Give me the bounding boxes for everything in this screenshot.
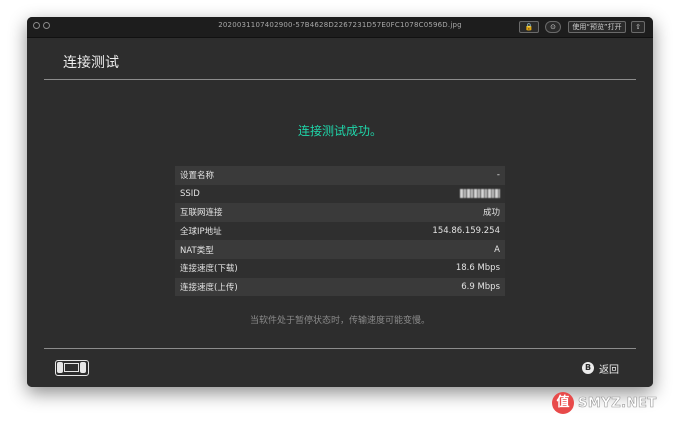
window-title: 2020031107402900-57B4628D2267231D57E0FC1… bbox=[218, 21, 462, 29]
right-joycon-icon bbox=[80, 362, 86, 373]
header-divider bbox=[44, 79, 636, 80]
title-bar: 2020031107402900-57B4628D2267231D57E0FC1… bbox=[27, 17, 653, 38]
row-value: 18.6 Mbps bbox=[455, 263, 500, 274]
row-label: 连接速度(下载) bbox=[180, 264, 238, 275]
fullscreen-icon[interactable] bbox=[43, 22, 50, 29]
table-row: 互联网连接 成功 bbox=[175, 203, 505, 222]
connection-details-table: 设置名称 - SSID 互联网连接 成功 全球IP地址 154.86.159.2… bbox=[175, 166, 505, 297]
row-label: NAT类型 bbox=[180, 245, 214, 256]
row-label: 设置名称 bbox=[180, 171, 215, 182]
footer-divider bbox=[44, 348, 636, 349]
ssid-redacted-value bbox=[460, 189, 500, 199]
page-title: 连接测试 bbox=[63, 55, 119, 71]
connection-test-screen: 连接测试 连接测试成功。 设置名称 - SSID 互联网连接 成功 全球IP地址… bbox=[27, 38, 653, 387]
table-row: 连接速度(上传) 6.9 Mbps bbox=[175, 277, 505, 297]
row-label: 互联网连接 bbox=[180, 208, 223, 219]
row-label: 全球IP地址 bbox=[180, 227, 222, 238]
console-screen-icon bbox=[64, 363, 79, 372]
table-row: 设置名称 - bbox=[175, 166, 505, 185]
table-row: 连接速度(下载) 18.6 Mbps bbox=[175, 258, 505, 278]
test-result-message: 连接测试成功。 bbox=[297, 124, 382, 138]
row-value: 成功 bbox=[482, 208, 500, 219]
row-value: A bbox=[494, 244, 500, 255]
switch-console-icon bbox=[55, 360, 89, 376]
watermark-logo-icon: 值 bbox=[552, 392, 574, 414]
lock-button[interactable]: 🔒 bbox=[519, 21, 539, 33]
table-row: SSID bbox=[175, 184, 505, 204]
row-label: SSID bbox=[180, 188, 200, 199]
back-button[interactable]: B 返回 bbox=[582, 361, 619, 376]
site-watermark: 值 SMYZ.NET bbox=[552, 392, 657, 414]
image-viewer-window: 2020031107402900-57B4628D2267231D57E0FC1… bbox=[27, 17, 653, 387]
left-joycon-icon bbox=[57, 362, 63, 373]
close-icon[interactable] bbox=[33, 22, 40, 29]
share-button[interactable]: ⇧ bbox=[631, 21, 645, 33]
b-button-icon: B bbox=[582, 362, 594, 374]
row-value: - bbox=[496, 170, 500, 181]
row-value: 6.9 Mbps bbox=[461, 281, 500, 292]
row-value: 154.86.159.254 bbox=[432, 226, 500, 237]
watermark-text: SMYZ.NET bbox=[578, 395, 657, 411]
open-with-preview-button[interactable]: 使用“预览”打开 bbox=[568, 21, 626, 33]
speed-note: 当软件处于暂停状态时，传输速度可能变慢。 bbox=[249, 316, 430, 326]
back-label: 返回 bbox=[599, 364, 619, 376]
markup-button[interactable]: ⊙ bbox=[545, 21, 561, 33]
row-label: 连接速度(上传) bbox=[180, 282, 238, 293]
table-row: 全球IP地址 154.86.159.254 bbox=[175, 221, 505, 241]
table-row: NAT类型 A bbox=[175, 240, 505, 259]
